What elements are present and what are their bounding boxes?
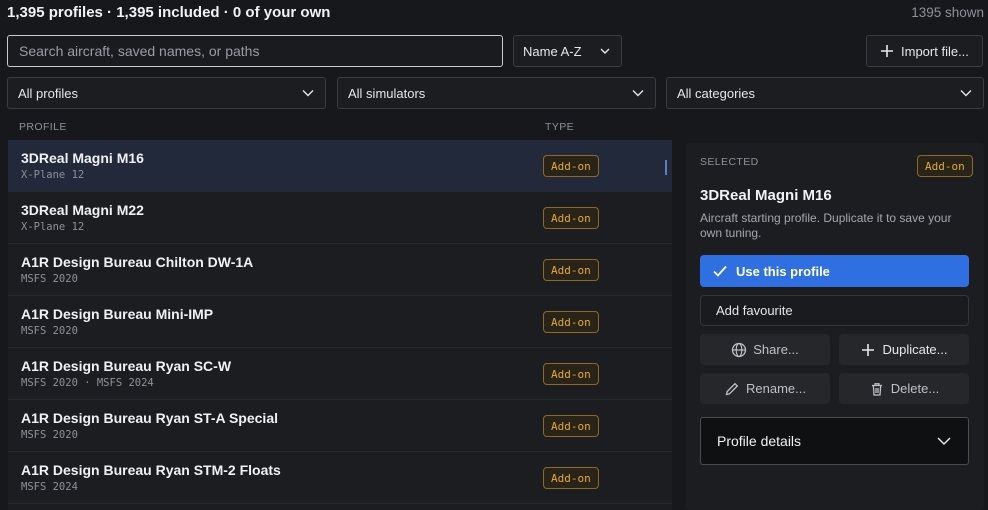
type-badge: Add-on	[543, 155, 599, 177]
type-badge: Add-on	[543, 363, 599, 385]
pencil-icon	[725, 382, 739, 395]
delete-button[interactable]: Delete...	[839, 373, 969, 404]
duplicate-label: Duplicate...	[882, 342, 948, 357]
type-badge: Add-on	[543, 311, 599, 333]
profile-simulator: MSFS 2020	[21, 429, 78, 441]
trash-icon	[871, 382, 882, 396]
profile-details-expander[interactable]: Profile details	[700, 417, 969, 465]
delete-label: Delete...	[890, 381, 940, 396]
rename-label: Rename...	[746, 381, 806, 396]
profile-simulator: X-Plane 12	[21, 169, 85, 181]
column-header-type[interactable]: TYPE	[545, 121, 574, 133]
use-profile-button[interactable]: Use this profile	[700, 255, 969, 287]
filter-label: All simulators	[348, 85, 426, 101]
share-button[interactable]: Share...	[700, 334, 830, 365]
profiles-filter[interactable]: All profiles	[7, 77, 326, 109]
chevron-down-icon	[937, 437, 951, 446]
filter-label: All categories	[677, 85, 756, 101]
selected-profile-description: Aircraft starting profile. Duplicate it …	[700, 211, 952, 240]
profile-name: A1R Design Bureau Mini-IMP	[21, 306, 214, 322]
plus-icon	[862, 343, 875, 356]
selected-label: SELECTED	[700, 156, 759, 168]
profile-summary: 1,395 profiles · 1,395 included · 0 of y…	[7, 4, 331, 21]
chevron-down-icon	[302, 90, 314, 97]
rename-button[interactable]: Rename...	[700, 373, 830, 404]
add-favourite-button[interactable]: Add favourite	[700, 295, 969, 326]
column-header-profile[interactable]: PROFILE	[19, 121, 67, 133]
table-row[interactable]: A1R Design Bureau Ryan ST-A Special MSFS…	[8, 400, 672, 452]
profile-simulator: X-Plane 12	[21, 221, 85, 233]
profile-name: A1R Design Bureau Chilton DW-1A	[21, 254, 254, 270]
chevron-down-icon	[632, 90, 644, 97]
profile-simulator: MSFS 2020 · MSFS 2024	[21, 377, 154, 389]
simulators-filter[interactable]: All simulators	[337, 77, 656, 109]
profile-details-label: Profile details	[717, 433, 802, 449]
profile-list: 3DReal Magni M16 X-Plane 12 Add-on 3DRea…	[8, 140, 672, 510]
profile-name: 3DReal Magni M22	[21, 202, 144, 218]
type-badge: Add-on	[543, 259, 599, 281]
share-label: Share...	[753, 342, 799, 357]
plus-icon	[881, 45, 893, 57]
type-badge: Add-on	[543, 207, 599, 229]
table-row[interactable]: 3DReal Magni M22 X-Plane 12 Add-on	[8, 192, 672, 244]
filter-label: All profiles	[18, 85, 78, 101]
duplicate-button[interactable]: Duplicate...	[839, 334, 969, 365]
import-file-button[interactable]: Import file...	[866, 35, 983, 67]
globe-icon	[732, 342, 747, 357]
profile-simulator: MSFS 2020	[21, 273, 78, 285]
profile-name: A1R Design Bureau Ryan SC-W	[21, 358, 232, 374]
profile-simulator: MSFS 2020	[21, 325, 78, 337]
use-profile-label: Use this profile	[736, 263, 830, 279]
profile-simulator: MSFS 2024	[21, 481, 78, 493]
selection-indicator	[665, 160, 667, 175]
type-badge: Add-on	[543, 467, 599, 489]
table-row[interactable]: A1R Design Bureau Chilton DW-1A MSFS 202…	[8, 244, 672, 296]
profile-name: A1R Design Bureau Ryan STM-2 Floats	[21, 462, 281, 478]
sort-label: Name A-Z	[523, 43, 582, 59]
shown-count: 1395 shown	[911, 5, 984, 20]
add-favourite-label: Add favourite	[716, 303, 793, 318]
table-row[interactable]: A1R Design Bureau Mini-IMP MSFS 2020 Add…	[8, 296, 672, 348]
selected-profile-panel: SELECTED Add-on 3DReal Magni M16 Aircraf…	[686, 143, 984, 510]
type-badge: Add-on	[917, 155, 973, 177]
profile-name: A1R Design Bureau Ryan ST-A Special	[21, 410, 278, 426]
table-row[interactable]: A1R Design Bureau Ryan STM-2 Floats MSFS…	[8, 452, 672, 504]
import-label: Import file...	[901, 43, 969, 59]
categories-filter[interactable]: All categories	[666, 77, 984, 109]
table-row[interactable]: 3DReal Magni M16 X-Plane 12 Add-on	[8, 140, 672, 192]
chevron-down-icon	[600, 48, 610, 54]
chevron-down-icon	[960, 90, 972, 97]
check-icon	[713, 265, 727, 277]
selected-profile-title: 3DReal Magni M16	[700, 187, 832, 204]
profile-name: 3DReal Magni M16	[21, 150, 144, 166]
type-badge: Add-on	[543, 415, 599, 437]
search-input[interactable]	[7, 35, 503, 67]
sort-dropdown[interactable]: Name A-Z	[513, 35, 622, 67]
table-row[interactable]: A1R Design Bureau Ryan SC-W MSFS 2020 · …	[8, 348, 672, 400]
